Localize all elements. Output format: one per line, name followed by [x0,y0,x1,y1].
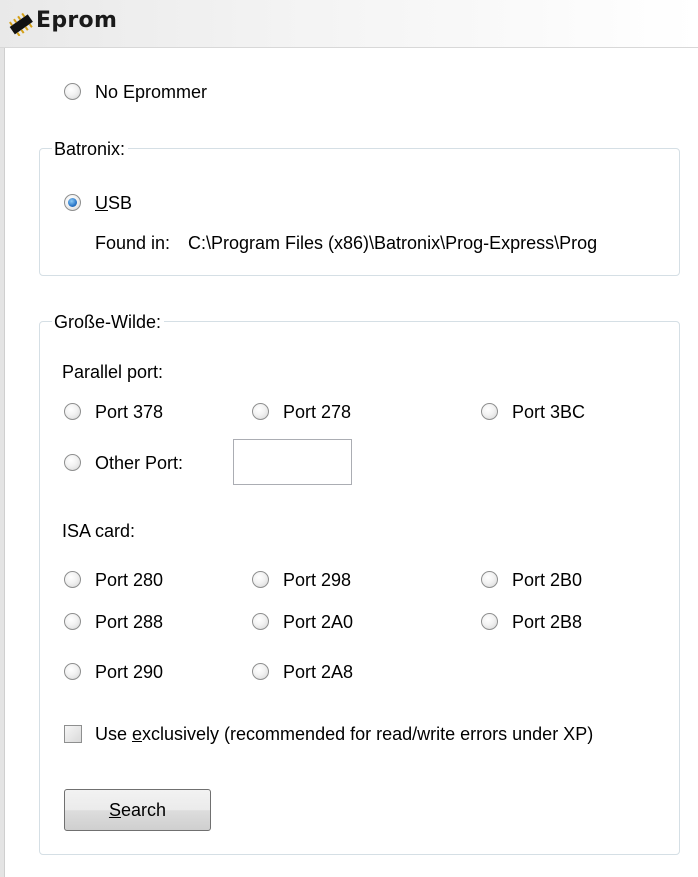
search-button[interactable]: Search [64,789,211,831]
port-280-radio[interactable] [64,571,81,588]
port-280-label[interactable]: Port 280 [95,570,163,590]
use-exclusively-label[interactable]: Use exclusively (recommended for read/wr… [95,723,655,745]
port-288-label[interactable]: Port 288 [95,612,163,632]
port-378-label[interactable]: Port 378 [95,402,163,422]
batronix-legend: Batronix: [52,139,129,159]
other-port-label[interactable]: Other Port: [95,453,183,473]
port-298-radio[interactable] [252,571,269,588]
panel-left-border [0,0,5,877]
chip-icon [9,12,33,36]
usb-label[interactable]: USB [95,193,132,213]
port-378-radio[interactable] [64,403,81,420]
found-in-path: C:\Program Files (x86)\Batronix\Prog-Exp… [188,233,598,253]
no-eprommer-radio[interactable] [64,83,81,100]
port-3bc-radio[interactable] [481,403,498,420]
section-title: Eprom [36,8,118,33]
found-in-label: Found in: [95,233,171,253]
other-port-input[interactable] [233,439,352,485]
port-2a8-label[interactable]: Port 2A8 [283,662,353,682]
port-290-label[interactable]: Port 290 [95,662,163,682]
grosse-wilde-legend: Große-Wilde: [52,312,165,332]
port-288-radio[interactable] [64,613,81,630]
port-278-label[interactable]: Port 278 [283,402,351,422]
other-port-radio[interactable] [64,454,81,471]
port-2b0-label[interactable]: Port 2B0 [512,570,582,590]
port-3bc-label[interactable]: Port 3BC [512,402,585,422]
isa-card-label: ISA card: [62,521,136,541]
port-2a8-radio[interactable] [252,663,269,680]
port-2a0-label[interactable]: Port 2A0 [283,612,353,632]
batronix-group [39,148,680,276]
use-exclusively-checkbox[interactable] [64,725,82,743]
port-298-label[interactable]: Port 298 [283,570,351,590]
port-278-radio[interactable] [252,403,269,420]
port-2b8-label[interactable]: Port 2B8 [512,612,582,632]
usb-radio[interactable] [64,194,81,211]
port-2b8-radio[interactable] [481,613,498,630]
no-eprommer-label[interactable]: No Eprommer [95,82,207,102]
port-2b0-radio[interactable] [481,571,498,588]
section-header: Eprom [0,0,698,48]
found-in-path-clip: C:\Program Files (x86)\Batronix\Prog-Exp… [184,233,656,255]
port-290-radio[interactable] [64,663,81,680]
port-2a0-radio[interactable] [252,613,269,630]
parallel-port-label: Parallel port: [62,362,164,382]
